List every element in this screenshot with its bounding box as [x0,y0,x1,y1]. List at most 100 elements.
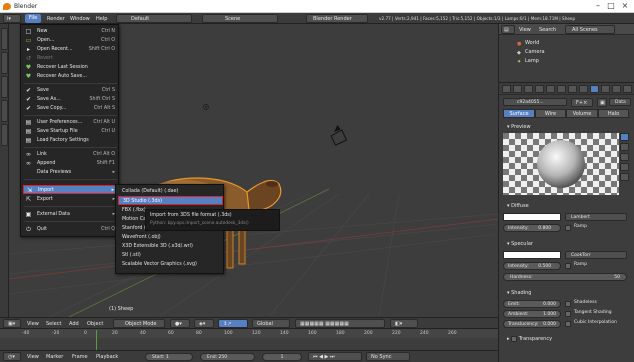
menu-item-save-copy[interactable]: ✔ Save Copy... Ctrl Alt S [23,104,118,113]
import-collada[interactable]: Collada (Default) (.dae) [118,187,223,196]
tool-tab[interactable] [1,124,8,146]
tool-tab[interactable] [1,52,8,74]
scene-context-icon[interactable] [524,85,533,93]
timeline-ruler[interactable]: -40 -20 0 20 40 60 80 100 120 140 160 18… [0,328,498,338]
menu-item-save[interactable]: ✔ Save Ctrl S [23,86,118,95]
shadeless-checkbox[interactable] [565,301,571,307]
tab-surface[interactable]: Surface [503,109,535,118]
sync-select[interactable]: No Sync [366,352,410,361]
playback-controls-icon[interactable]: ⏮ ◀ ▶ ⏭ [308,352,362,361]
end-frame-field[interactable]: End: 250 [200,353,255,361]
import-3d-studio[interactable]: 3D Studio (.3ds) [118,196,223,205]
tool-tab[interactable] [1,28,8,50]
ambient-field[interactable]: Ambient: 1.000 [503,310,561,318]
render-engine-select[interactable]: Blender Render [306,14,368,23]
import-stl[interactable]: Stl (.stl) [118,251,223,260]
modifiers-context-icon[interactable] [568,85,577,93]
viewport-editor-type-icon[interactable]: ▣▾ [3,319,21,328]
layers-icon[interactable]: ▦▦▦▦▦ ▦▦▦▦▦ [295,319,385,328]
menu-item-user-preferences[interactable]: ▤ User Preferences... Ctrl Alt U [23,118,118,127]
preview-cube-icon[interactable] [620,143,629,151]
editor-type-icon[interactable]: i▾ [3,14,21,23]
mode-select[interactable]: Object Mode [113,319,165,328]
render-context-icon[interactable] [502,85,511,93]
timeline-menu-view[interactable]: View [27,353,39,361]
menu-item-link[interactable]: ∞ Link Ctrl Alt O [23,150,118,159]
constraints-context-icon[interactable] [557,85,566,93]
material-actions-icon[interactable]: F+× [571,98,593,107]
outliner-row-world[interactable]: World [525,40,539,46]
specular-ramp-checkbox[interactable] [565,263,571,269]
specular-intensity-field[interactable]: Intensity: 0.500 [503,262,561,270]
menu-item-save-startup-file[interactable]: ▤ Save Startup File Ctrl U [23,127,118,136]
outliner-row-lamp[interactable]: Lamp [525,58,539,64]
import-x3d[interactable]: X3D Extensible 3D (.x3d/.wrl) [118,242,223,251]
texture-context-icon[interactable] [601,85,610,93]
start-frame-field[interactable]: Start: 1 [145,353,193,361]
snap-icon[interactable]: ◧▾ [390,319,418,328]
viewport-shading-icon[interactable]: ●▾ [170,319,190,328]
tool-tab[interactable] [1,100,8,122]
material-name-field[interactable]: c92a4055... [503,98,567,106]
material-context-icon[interactable] [590,85,599,93]
menu-item-export[interactable]: ⇱ Export ▸ [23,195,118,204]
tab-volume[interactable]: Volume [566,109,598,118]
menu-item-open[interactable]: ▭ Open... Ctrl O [23,36,118,45]
emit-field[interactable]: Emit: 0.000 [503,300,561,308]
import-svg[interactable]: Scalable Vector Graphics (.svg) [118,260,223,269]
transparency-panel-header[interactable]: ▸ Transparency [501,335,627,344]
menu-item-data-previews[interactable]: Data Previews ▸ [23,168,118,177]
cubic-interpolation-checkbox[interactable] [565,321,571,327]
menu-item-load-factory-settings[interactable]: ▤ Load Factory Settings [23,136,118,145]
timeline-menu-marker[interactable]: Marker [46,353,63,361]
diffuse-ramp-checkbox[interactable] [565,225,571,231]
tab-wire[interactable]: Wire [535,109,566,118]
preview-world-icon[interactable] [620,173,629,181]
menu-select[interactable]: Select [46,320,61,328]
timeline-menu-playback[interactable]: Playback [96,353,118,361]
menu-item-import[interactable]: ⇲ Import ▸ [23,185,118,194]
layers-context-icon[interactable] [513,85,522,93]
specular-shader-select[interactable]: CookTorr [565,251,627,259]
timeline-menu-frame[interactable]: Frame [72,353,88,361]
particles-context-icon[interactable] [612,85,621,93]
pivot-icon[interactable]: ◈▾ [194,319,214,328]
menu-item-append[interactable]: ∞ Append Shift F1 [23,159,118,168]
preview-panel-header[interactable]: ▾ Preview [501,123,627,132]
outliner-scope-select[interactable]: All Scenes [565,25,615,34]
diffuse-shader-select[interactable]: Lambert [565,213,627,221]
menu-object[interactable]: Object [87,320,103,328]
close-icon[interactable]: × [620,1,630,11]
preview-sphere-icon[interactable] [620,133,629,141]
diffuse-panel-header[interactable]: ▾ Diffuse [501,202,627,211]
menu-item-recover-auto-save[interactable]: ♥ Recover Auto Save... [23,72,118,81]
outliner-menu-search[interactable]: Search [539,26,556,34]
preview-hair-icon[interactable] [620,163,629,171]
outliner-row-camera[interactable]: Camera [525,49,545,55]
timeline-editor-type-icon[interactable]: ◷▾ [3,352,21,361]
menu-item-open-recent[interactable]: ▸ Open Recent... Shift Ctrl O [23,45,118,54]
diffuse-intensity-field[interactable]: Intensity: 0.800 [503,224,561,232]
specular-color-swatch[interactable] [503,251,561,259]
menu-item-save-as[interactable]: ✔ Save As... Shift Ctrl S [23,95,118,104]
menu-window[interactable]: Window [70,15,90,23]
menu-view[interactable]: View [27,320,39,328]
menu-item-external-data[interactable]: ▣ External Data ▸ [23,210,118,219]
object-context-icon[interactable] [546,85,555,93]
data-context-icon[interactable] [579,85,588,93]
menu-item-quit[interactable]: ⏻ Quit Ctrl Q [23,225,118,234]
tool-tab[interactable] [1,76,8,98]
outliner-menu-view[interactable]: View [519,26,531,34]
material-link-icon[interactable]: ▣ [597,98,607,107]
physics-context-icon[interactable] [623,85,632,93]
screen-layout-select[interactable]: Default [116,14,192,23]
orientation-select[interactable]: Global [252,319,290,328]
specular-panel-header[interactable]: ▾ Specular [501,240,627,249]
tab-halo[interactable]: Halo [598,109,629,118]
manipulator-icon[interactable]: ↕↗ [218,319,248,328]
tangent-shading-checkbox[interactable] [565,311,571,317]
maximize-icon[interactable]: □ [606,1,616,11]
world-context-icon[interactable] [535,85,544,93]
current-frame-field[interactable]: 1 [262,353,302,361]
menu-add[interactable]: Add [69,320,79,328]
